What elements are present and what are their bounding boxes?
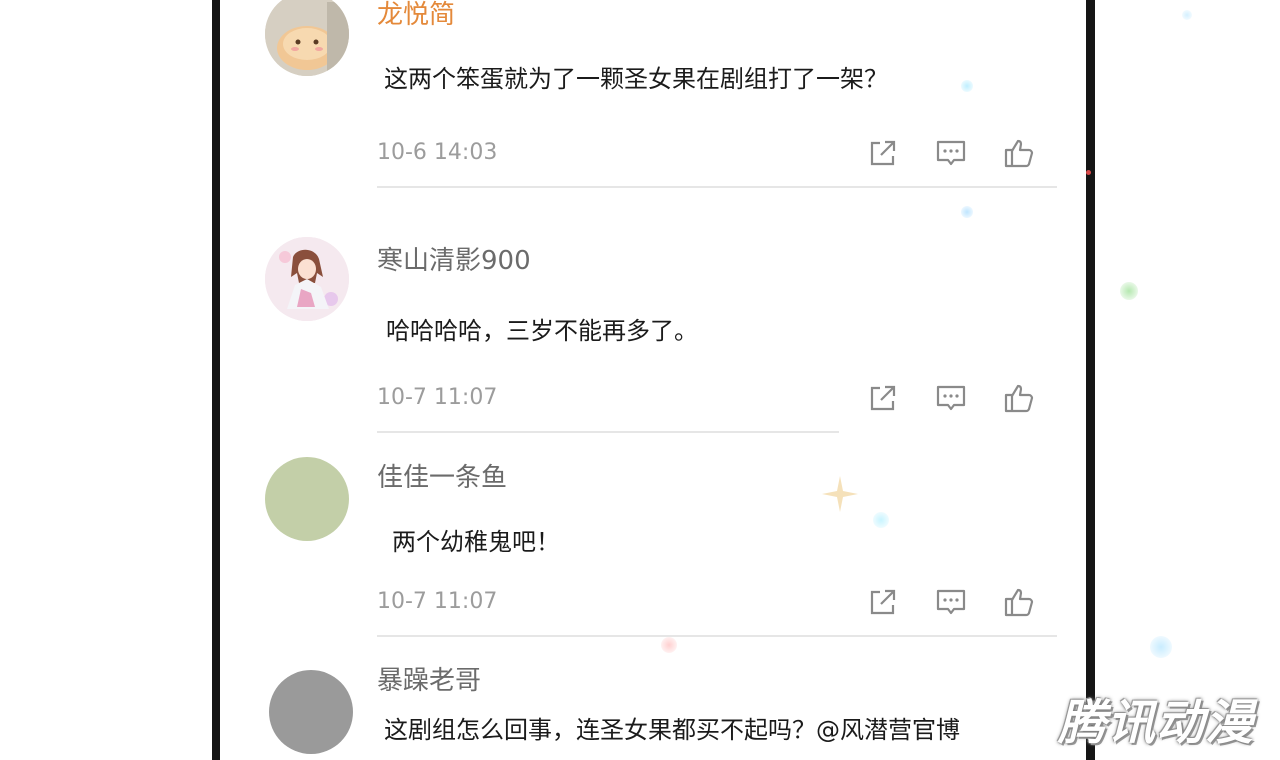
comment-icon xyxy=(936,589,966,615)
sparkle-decoration xyxy=(873,512,889,528)
sparkle-decoration xyxy=(961,206,973,218)
phone-bezel-left xyxy=(212,0,220,760)
anime-girl-avatar-icon xyxy=(265,237,349,321)
user-avatar[interactable] xyxy=(265,457,349,541)
sparkle-decoration xyxy=(1182,10,1192,20)
share-button[interactable] xyxy=(866,585,900,619)
watermark-logo: 腾讯动漫 xyxy=(1058,695,1255,751)
like-icon xyxy=(1004,384,1034,413)
username[interactable]: 寒山清影900 xyxy=(377,240,531,277)
share-icon xyxy=(870,589,896,615)
share-button[interactable] xyxy=(866,136,900,170)
reply-button[interactable] xyxy=(934,136,968,170)
user-avatar[interactable] xyxy=(265,237,349,321)
reply-button[interactable] xyxy=(934,381,968,415)
timestamp: 10-7 11:07 xyxy=(377,385,498,410)
phone-bezel-right xyxy=(1086,0,1095,760)
bunny-plush-avatar-icon xyxy=(265,0,349,76)
star-sparkle-icon xyxy=(822,476,858,512)
comment-text: 这两个笨蛋就为了一颗圣女果在剧组打了一架？ xyxy=(384,65,888,93)
comment-text: 这剧组怎么回事，连圣女果都买不起吗？@风潜营官博 xyxy=(384,716,960,744)
sparkle-decoration xyxy=(661,637,677,653)
share-button[interactable] xyxy=(866,381,900,415)
like-button[interactable] xyxy=(1002,381,1036,415)
username[interactable]: 龙悦简 xyxy=(377,0,455,31)
sparkle-decoration xyxy=(1086,170,1091,175)
comment-text: 两个幼稚鬼吧！ xyxy=(392,528,560,556)
like-icon xyxy=(1004,139,1034,168)
sparkle-decoration xyxy=(961,80,973,92)
share-icon xyxy=(870,140,896,166)
sparkle-decoration xyxy=(1150,636,1172,658)
like-icon xyxy=(1004,588,1034,617)
user-avatar[interactable] xyxy=(265,0,349,76)
reply-button[interactable] xyxy=(934,585,968,619)
username[interactable]: 暴躁老哥 xyxy=(377,660,481,697)
like-button[interactable] xyxy=(1002,136,1036,170)
divider xyxy=(377,635,1057,637)
share-icon xyxy=(870,385,896,411)
user-avatar[interactable] xyxy=(269,670,353,754)
timestamp: 10-7 11:07 xyxy=(377,589,498,614)
comment-text: 哈哈哈哈，三岁不能再多了。 xyxy=(386,317,698,345)
divider xyxy=(377,186,1057,188)
sparkle-decoration xyxy=(1120,282,1138,300)
comment-icon xyxy=(936,140,966,166)
username[interactable]: 佳佳一条鱼 xyxy=(377,457,507,494)
comment-icon xyxy=(936,385,966,411)
divider xyxy=(377,431,839,433)
like-button[interactable] xyxy=(1002,585,1036,619)
comment-panel: 龙悦简 这两个笨蛋就为了一颗圣女果在剧组打了一架？ 10-6 14:03 寒山清… xyxy=(220,0,1086,760)
timestamp: 10-6 14:03 xyxy=(377,140,498,165)
